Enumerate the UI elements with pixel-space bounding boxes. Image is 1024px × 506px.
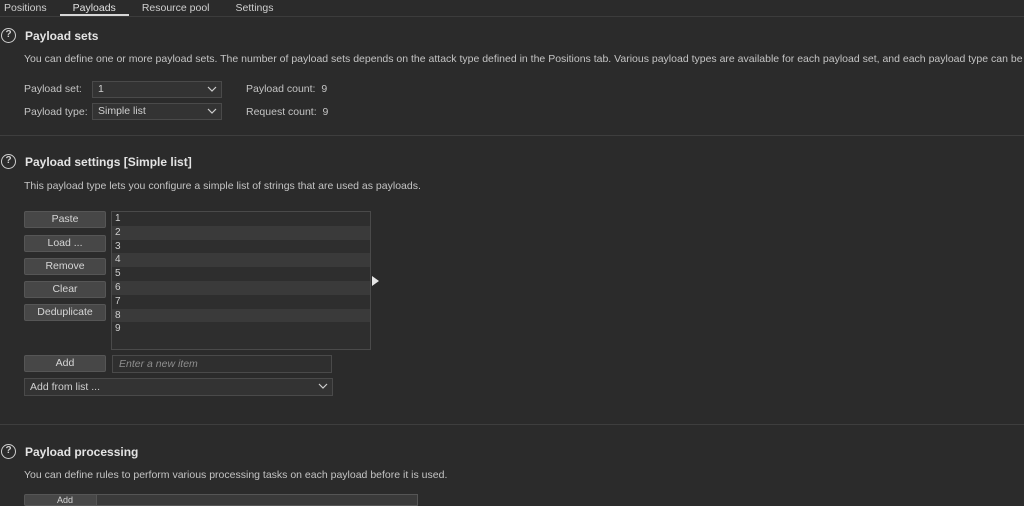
- payload-set-label: Payload set:: [24, 83, 82, 95]
- payload-sets-header: ? Payload sets: [1, 28, 98, 43]
- list-item[interactable]: 4: [112, 253, 370, 268]
- payload-list[interactable]: 1 2 3 4 5 6 7 8 9: [111, 211, 371, 350]
- payload-count: Payload count: 9: [246, 83, 327, 95]
- payload-processing-header: ? Payload processing: [1, 444, 138, 459]
- paste-button[interactable]: Paste: [24, 211, 106, 228]
- payload-processing-title: Payload processing: [25, 444, 139, 459]
- payload-settings-title: Payload settings [Simple list]: [25, 154, 192, 169]
- payload-set-value: 1: [98, 83, 104, 95]
- payload-type-select[interactable]: Simple list: [92, 103, 222, 120]
- list-item[interactable]: 5: [112, 267, 370, 281]
- list-item[interactable]: 8: [112, 308, 370, 323]
- payload-sets-title: Payload sets: [25, 28, 99, 43]
- add-from-list-select[interactable]: Add from list ...: [24, 378, 333, 396]
- tab-settings[interactable]: Settings: [223, 0, 287, 16]
- new-item-input[interactable]: Enter a new item: [112, 355, 332, 373]
- help-icon[interactable]: ?: [1, 28, 16, 43]
- load-button[interactable]: Load ...: [24, 235, 106, 252]
- chevron-down-icon: [207, 108, 217, 114]
- tab-positions[interactable]: Positions: [0, 0, 60, 16]
- help-icon[interactable]: ?: [1, 154, 16, 169]
- chevron-down-icon: [318, 383, 328, 389]
- list-item[interactable]: 7: [112, 295, 370, 309]
- chevron-down-icon: [207, 86, 217, 92]
- add-from-list-value: Add from list ...: [30, 381, 101, 393]
- payload-type-value: Simple list: [98, 105, 146, 117]
- section-divider: [0, 424, 1024, 425]
- list-item[interactable]: 3: [112, 240, 370, 254]
- request-count-value: 9: [322, 106, 329, 118]
- tab-bar: Positions Payloads Resource pool Setting…: [0, 0, 1024, 17]
- add-button[interactable]: Add: [24, 355, 106, 372]
- list-item[interactable]: 2: [112, 225, 370, 240]
- payload-processing-description: You can define rules to perform various …: [24, 469, 448, 481]
- deduplicate-button[interactable]: Deduplicate: [24, 304, 106, 321]
- help-icon[interactable]: ?: [1, 444, 16, 459]
- processing-add-button[interactable]: Add: [24, 494, 106, 506]
- payload-settings-description: This payload type lets you configure a s…: [24, 180, 421, 192]
- payload-settings-header: ? Payload settings [Simple list]: [1, 154, 192, 169]
- list-item[interactable]: 6: [112, 280, 370, 295]
- request-count-label: Request count:: [246, 106, 317, 118]
- payload-set-select[interactable]: 1: [92, 81, 222, 98]
- payload-count-label: Payload count:: [246, 83, 316, 95]
- clear-button[interactable]: Clear: [24, 281, 106, 298]
- payload-sets-description: You can define one or more payload sets.…: [24, 53, 1024, 65]
- request-count: Request count: 9: [246, 106, 328, 118]
- processing-rules-table[interactable]: [96, 494, 418, 506]
- tab-payloads[interactable]: Payloads: [59, 0, 129, 16]
- payload-type-label: Payload type:: [24, 106, 88, 118]
- remove-button[interactable]: Remove: [24, 258, 106, 275]
- expand-arrow-icon[interactable]: [372, 276, 379, 286]
- tab-resource-pool[interactable]: Resource pool: [129, 0, 223, 16]
- section-divider: [0, 135, 1024, 136]
- list-item[interactable]: 1: [112, 212, 370, 226]
- payload-count-value: 9: [321, 83, 328, 95]
- list-item[interactable]: 9: [112, 322, 370, 336]
